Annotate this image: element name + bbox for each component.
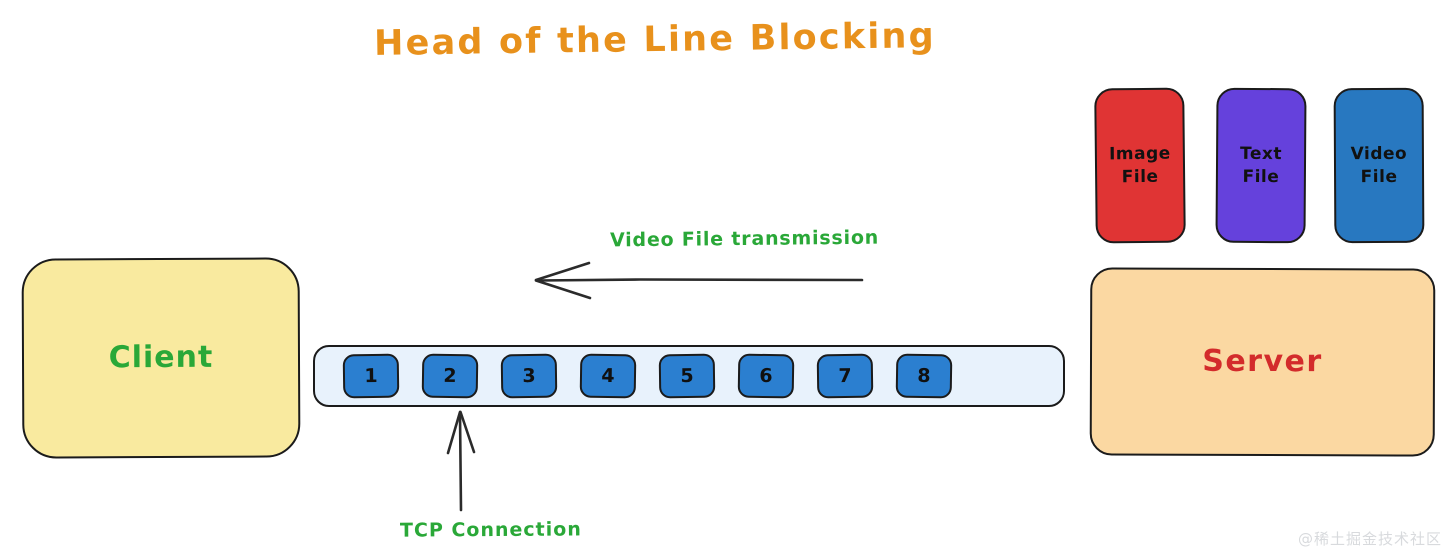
packet-3: 3 (500, 353, 558, 399)
file-card-text-label: Text File (1240, 142, 1282, 188)
file-card-video-line2: File (1360, 166, 1398, 187)
client-label: Client (108, 340, 214, 376)
packet-8: 8 (895, 353, 953, 399)
diagram-canvas: Head of the Line Blocking Client Server … (0, 0, 1456, 557)
server-node: Server (1089, 267, 1436, 457)
file-card-video-line1: Video (1350, 143, 1408, 164)
file-card-image: Image File (1094, 87, 1186, 244)
file-card-video-label: Video File (1351, 142, 1408, 188)
packet-2: 2 (421, 353, 479, 399)
file-card-text-line1: Text (1240, 143, 1283, 164)
packet-4: 4 (579, 353, 637, 399)
file-card-image-line2: File (1121, 166, 1159, 187)
watermark: @稀土掘金技术社区 (1297, 530, 1442, 548)
file-card-text: Text File (1215, 87, 1307, 244)
file-card-image-line1: Image (1108, 143, 1171, 164)
packet-6: 6 (737, 353, 795, 399)
tcp-connection-label: TCP Connection (399, 518, 582, 542)
file-card-image-label: Image File (1109, 142, 1171, 189)
transmission-arrow-icon (534, 261, 864, 300)
tcp-packet-list: 1 2 3 4 5 6 7 8 (313, 345, 1065, 407)
page-title: Head of the Line Blocking (373, 16, 937, 64)
packet-1: 1 (342, 353, 400, 399)
client-node: Client (21, 257, 301, 459)
tcp-connection-arrow-icon (446, 410, 476, 512)
file-card-text-line2: File (1242, 166, 1280, 187)
packet-5: 5 (658, 353, 716, 399)
server-label: Server (1202, 344, 1323, 380)
packet-7: 7 (816, 353, 874, 399)
transmission-label: Video File transmission (609, 226, 880, 252)
file-card-video: Video File (1333, 87, 1425, 244)
